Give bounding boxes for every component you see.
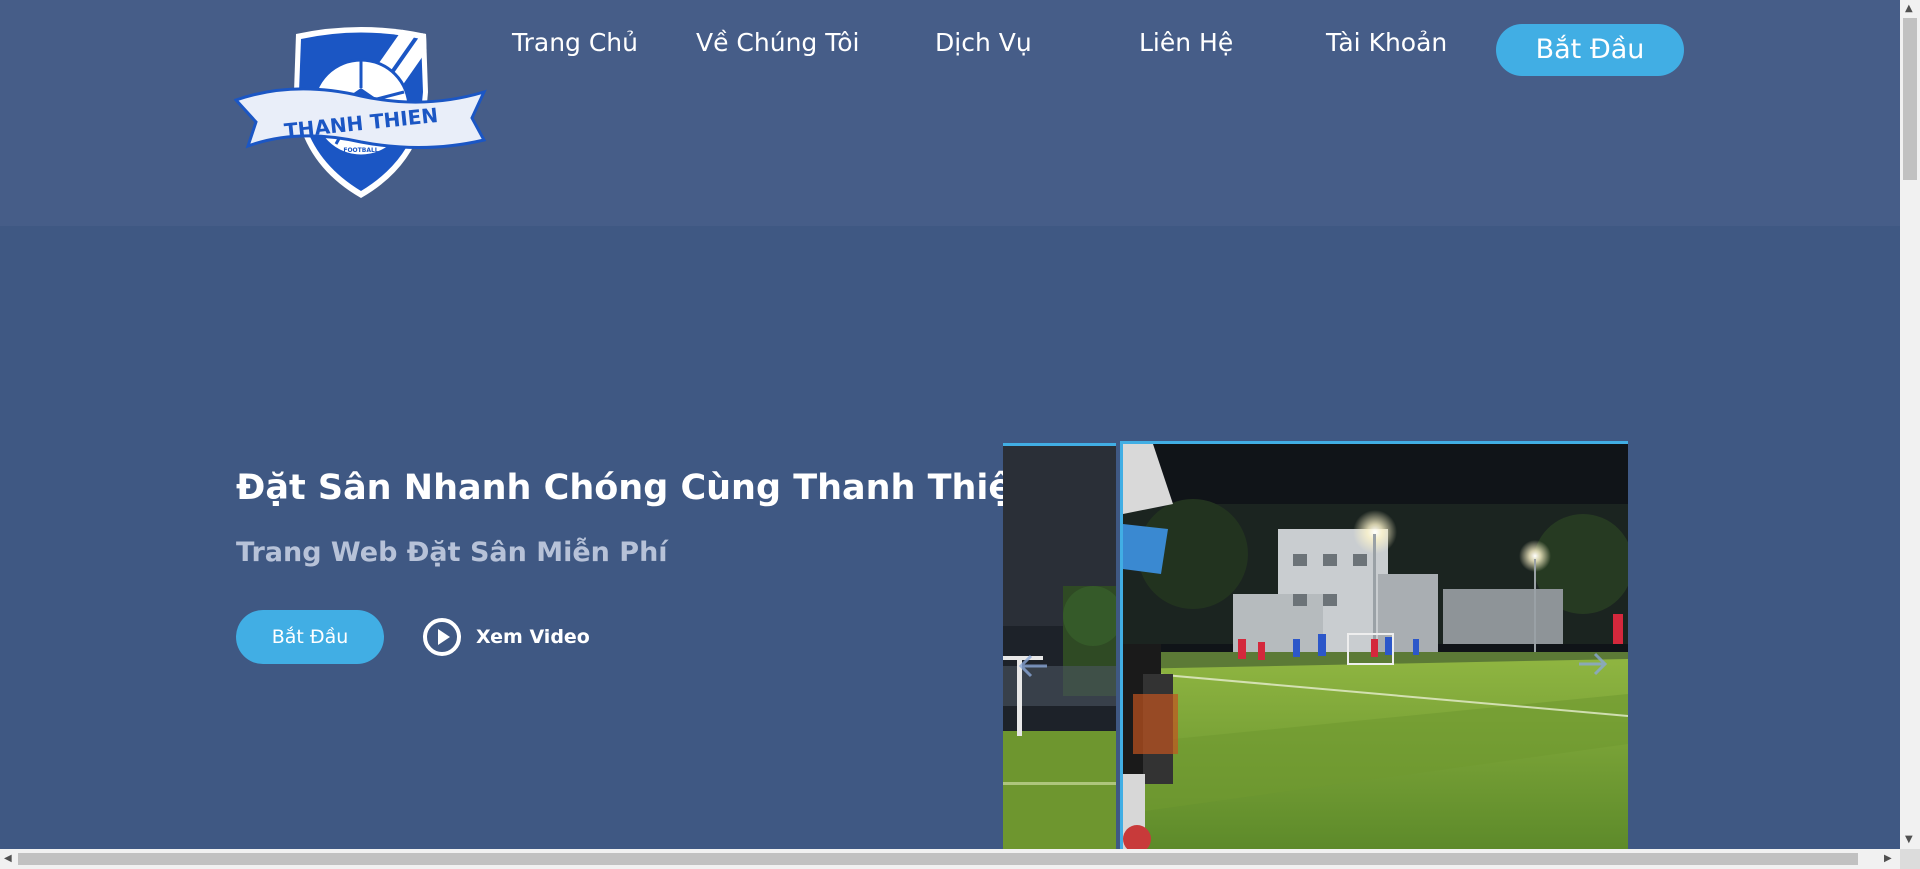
horizontal-scrollbar[interactable]: ◀ ▶ <box>0 849 1900 869</box>
hero-subtitle: Trang Web Đặt Sân Miễn Phí <box>236 537 668 568</box>
header-start-button[interactable]: Bắt Đầu <box>1496 24 1684 76</box>
scroll-down-icon[interactable]: ▼ <box>1905 834 1913 846</box>
watch-video-link[interactable]: Xem Video <box>422 614 590 660</box>
scroll-left-icon[interactable]: ◀ <box>4 853 12 865</box>
arrow-left-icon[interactable] <box>1013 646 1053 686</box>
scroll-right-icon[interactable]: ▶ <box>1884 853 1892 865</box>
scrollbar-corner <box>1900 849 1920 869</box>
field-photo <box>1123 444 1628 849</box>
carousel-slide-active <box>1120 441 1628 849</box>
carousel-slide-previous <box>1003 443 1116 849</box>
hero-title: Đặt Sân Nhanh Chóng Cùng Thanh Thiện <box>236 468 1038 508</box>
nav-ve-chung-toi[interactable]: Về Chúng Tôi <box>696 28 859 57</box>
nav-trang-chu[interactable]: Trang Chủ <box>512 28 638 57</box>
site-header: THANH THIEN FOOTBALL Trang Chủ Về Chúng … <box>0 0 1900 226</box>
arrow-right-icon[interactable] <box>1573 644 1613 684</box>
thanh-thien-logo[interactable]: THANH THIEN FOOTBALL <box>234 22 488 202</box>
field-photo-carousel <box>1003 441 1628 849</box>
scroll-up-icon[interactable]: ▲ <box>1905 3 1913 15</box>
nav-lien-he[interactable]: Liên Hệ <box>1139 28 1233 57</box>
nav-dich-vu[interactable]: Dịch Vụ <box>935 28 1032 57</box>
watch-video-label: Xem Video <box>476 626 590 648</box>
vertical-scroll-thumb[interactable] <box>1903 18 1917 180</box>
nav-tai-khoan[interactable]: Tài Khoản <box>1326 28 1447 57</box>
horizontal-scroll-thumb[interactable] <box>18 853 1858 865</box>
vertical-scrollbar[interactable]: ▲ ▼ <box>1900 0 1920 849</box>
play-circle-icon <box>423 618 461 656</box>
logo-subtext: FOOTBALL <box>343 147 378 154</box>
hero-start-button[interactable]: Bắt Đầu <box>236 610 384 664</box>
